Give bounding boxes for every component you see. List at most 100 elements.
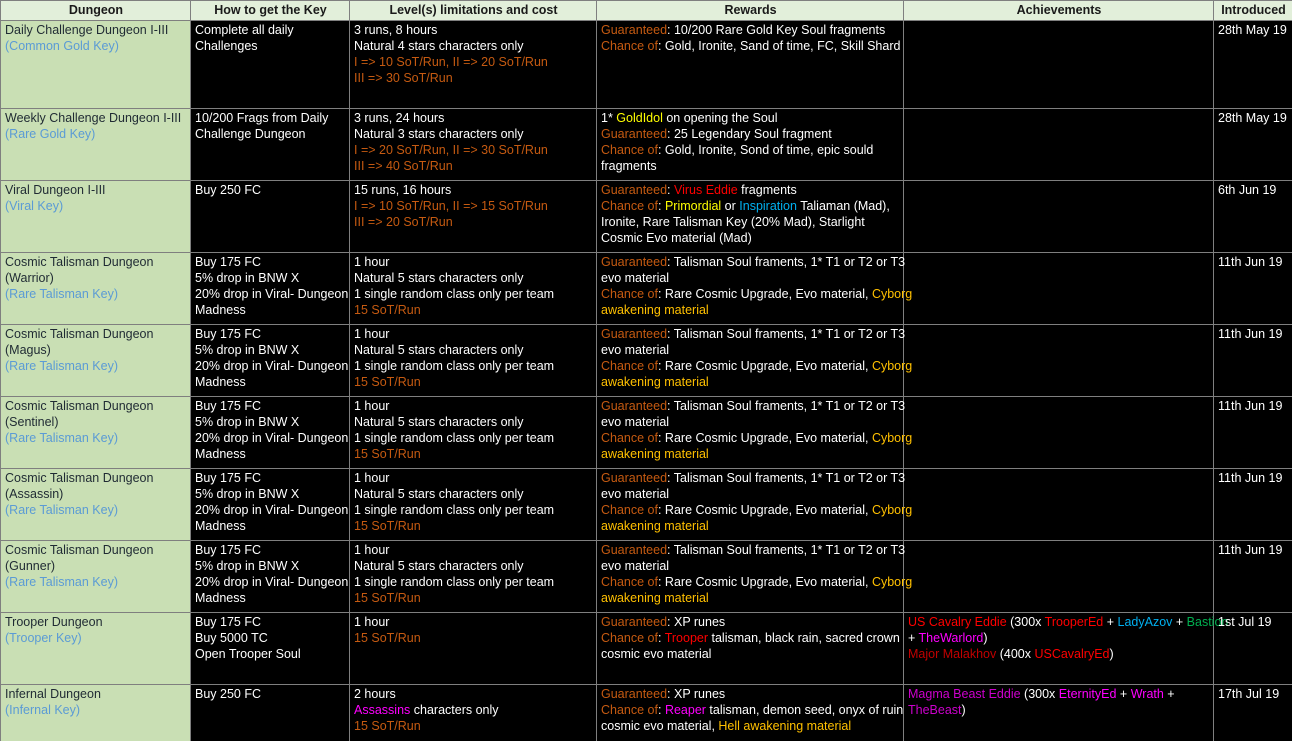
cyborg-text: Cyborg — [872, 431, 912, 445]
table-header: Dungeon How to get the Key Level(s) limi… — [1, 1, 1292, 21]
reward-line: Guaranteed: Talisman Soul framents, 1* T… — [601, 470, 900, 486]
chance-label: Chance of — [601, 359, 658, 373]
achievements-cell — [904, 469, 1214, 541]
introduced-cell: 11th Jun 19 — [1214, 469, 1292, 541]
guaranteed-label: Guaranteed — [601, 471, 667, 485]
how-to-line: Buy 175 FC — [195, 614, 346, 630]
primordial-text: Primordial — [665, 199, 721, 213]
limit-line: 1 hour — [354, 326, 593, 342]
reward-text: : Rare Cosmic Upgrade, Evo material, — [658, 503, 872, 517]
reward-line: Chance of: Gold, Ironite, Sand of time, … — [601, 38, 900, 54]
column-header-introduced: Introduced — [1214, 1, 1292, 21]
column-header-rewards: Rewards — [597, 1, 904, 21]
how-to-line: Madness — [195, 590, 346, 606]
table-row: Daily Challenge Dungeon I-III (Common Go… — [1, 21, 1292, 109]
dungeon-cell: Viral Dungeon I-III (Viral Key) — [1, 181, 191, 253]
reward-text: : 10/200 Rare Gold Key Soul fragments — [667, 23, 885, 37]
reward-line: Chance of: Primordial or Inspiration Tal… — [601, 198, 900, 214]
cost-line: 15 SoT/Run — [354, 590, 593, 606]
how-to-get-key-cell: Buy 250 FC — [191, 685, 350, 741]
limit-line: Natural 5 stars characters only — [354, 342, 593, 358]
how-to-line: 5% drop in BNW X — [195, 414, 346, 430]
dungeon-class: (Gunner) — [5, 558, 187, 574]
how-to-get-key-cell: Buy 175 FC 5% drop in BNW X 20% drop in … — [191, 253, 350, 325]
limit-line: 1 hour — [354, 254, 593, 270]
limit-line: Natural 4 stars characters only — [354, 38, 593, 54]
how-to-get-key-cell: Buy 175 FC 5% drop in BNW X 20% drop in … — [191, 541, 350, 613]
reward-text: or — [721, 199, 739, 213]
achievement-line: Major Malakhov (400x USCavalryEd) — [908, 646, 1210, 662]
achievement-text: + — [1172, 615, 1186, 629]
dungeon-name: Cosmic Talisman Dungeon — [5, 326, 187, 342]
achievements-cell — [904, 109, 1214, 181]
gold-idol-text: GoldIdol — [616, 111, 663, 125]
how-to-line: Buy 5000 TC — [195, 630, 346, 646]
limit-line: 3 runs, 8 hours — [354, 22, 593, 38]
reward-line: Guaranteed: 25 Legendary Soul fragment — [601, 126, 900, 142]
reward-text: : Talisman Soul framents, 1* T1 or T2 or… — [667, 327, 905, 341]
cost-line: 15 SoT/Run — [354, 518, 593, 534]
level-limits-cell: 1 hour Natural 5 stars characters only 1… — [350, 469, 597, 541]
reward-text: : Gold, Ironite, Sand of time, FC, Skill… — [658, 39, 900, 53]
reward-line: Chance of: Rare Cosmic Upgrade, Evo mate… — [601, 574, 900, 590]
reward-text: : 25 Legendary Soul fragment — [667, 127, 832, 141]
dungeon-name: Infernal Dungeon — [5, 686, 187, 702]
dungeon-name: Viral Dungeon I-III — [5, 182, 187, 198]
how-to-line: Complete all daily — [195, 22, 346, 38]
limit-line: Natural 3 stars characters only — [354, 126, 593, 142]
achievements-cell: Magma Beast Eddie (300x EternityEd + Wra… — [904, 685, 1214, 741]
how-to-line: 5% drop in BNW X — [195, 558, 346, 574]
limit-line: 1 hour — [354, 398, 593, 414]
level-limits-cell: 1 hour Natural 5 stars characters only 1… — [350, 541, 597, 613]
achievement-line: Magma Beast Eddie (300x EternityEd + Wra… — [908, 686, 1210, 702]
eternity-ed-text: EternityEd — [1059, 687, 1117, 701]
rewards-cell: Guaranteed: XP runes Chance of: Reaper t… — [597, 685, 904, 741]
cyborg-text: Cyborg — [872, 359, 912, 373]
dungeon-name: Cosmic Talisman Dungeon — [5, 254, 187, 270]
achievements-cell: US Cavalry Eddie (300x TrooperEd + LadyA… — [904, 613, 1214, 685]
achievement-line: TheBeast) — [908, 702, 1210, 718]
reward-line: Guaranteed: 10/200 Rare Gold Key Soul fr… — [601, 22, 900, 38]
cost-line: 15 SoT/Run — [354, 374, 593, 390]
limit-line: 3 runs, 24 hours — [354, 110, 593, 126]
guaranteed-label: Guaranteed — [601, 615, 667, 629]
reward-text: : Talisman Soul framents, 1* T1 or T2 or… — [667, 255, 905, 269]
dungeon-class: (Assassin) — [5, 486, 187, 502]
limit-line: 2 hours — [354, 686, 593, 702]
limit-line: 1 single random class only per team — [354, 430, 593, 446]
reward-line: Cosmic Evo material (Mad) — [601, 230, 900, 246]
wrath-text: Wrath — [1131, 687, 1164, 701]
introduced-cell: 28th May 19 — [1214, 21, 1292, 109]
how-to-line: 20% drop in Viral- Dungeon — [195, 358, 346, 374]
dungeon-key: (Viral Key) — [5, 198, 187, 214]
achievement-text: + — [908, 631, 919, 645]
dungeon-key: (Trooper Key) — [5, 630, 187, 646]
reward-line: evo material — [601, 414, 900, 430]
reward-line: Guaranteed: XP runes — [601, 614, 900, 630]
how-to-get-key-cell: Buy 175 FC Buy 5000 TC Open Trooper Soul — [191, 613, 350, 685]
dungeon-key: (Rare Talisman Key) — [5, 502, 187, 518]
how-to-line: 5% drop in BNW X — [195, 270, 346, 286]
reward-line: evo material — [601, 270, 900, 286]
cost-line: I => 10 SoT/Run, II => 15 SoT/Run — [354, 198, 593, 214]
limit-line: Natural 5 stars characters only — [354, 558, 593, 574]
guaranteed-label: Guaranteed — [601, 543, 667, 557]
cost-line: 15 SoT/Run — [354, 630, 593, 646]
limit-line: 1 hour — [354, 542, 593, 558]
reward-text: fragments — [738, 183, 797, 197]
dungeon-key: (Common Gold Key) — [5, 38, 187, 54]
limit-line: 1 single random class only per team — [354, 286, 593, 302]
dungeon-cell: Cosmic Talisman Dungeon (Warrior) (Rare … — [1, 253, 191, 325]
chance-label: Chance of — [601, 703, 658, 717]
how-to-get-key-cell: Buy 250 FC — [191, 181, 350, 253]
achievements-cell — [904, 253, 1214, 325]
reward-line: Chance of: Rare Cosmic Upgrade, Evo mate… — [601, 430, 900, 446]
dungeon-info-table: Dungeon How to get the Key Level(s) limi… — [0, 0, 1292, 741]
achievement-text: (400x — [996, 647, 1034, 661]
dungeon-name: Cosmic Talisman Dungeon — [5, 542, 187, 558]
reward-line: Chance of: Gold, Ironite, Sond of time, … — [601, 142, 900, 158]
reward-line: Guaranteed: Talisman Soul framents, 1* T… — [601, 326, 900, 342]
column-header-dungeon: Dungeon — [1, 1, 191, 21]
reward-text: : Rare Cosmic Upgrade, Evo material, — [658, 287, 872, 301]
virus-eddie-text: Virus Eddie — [674, 183, 738, 197]
